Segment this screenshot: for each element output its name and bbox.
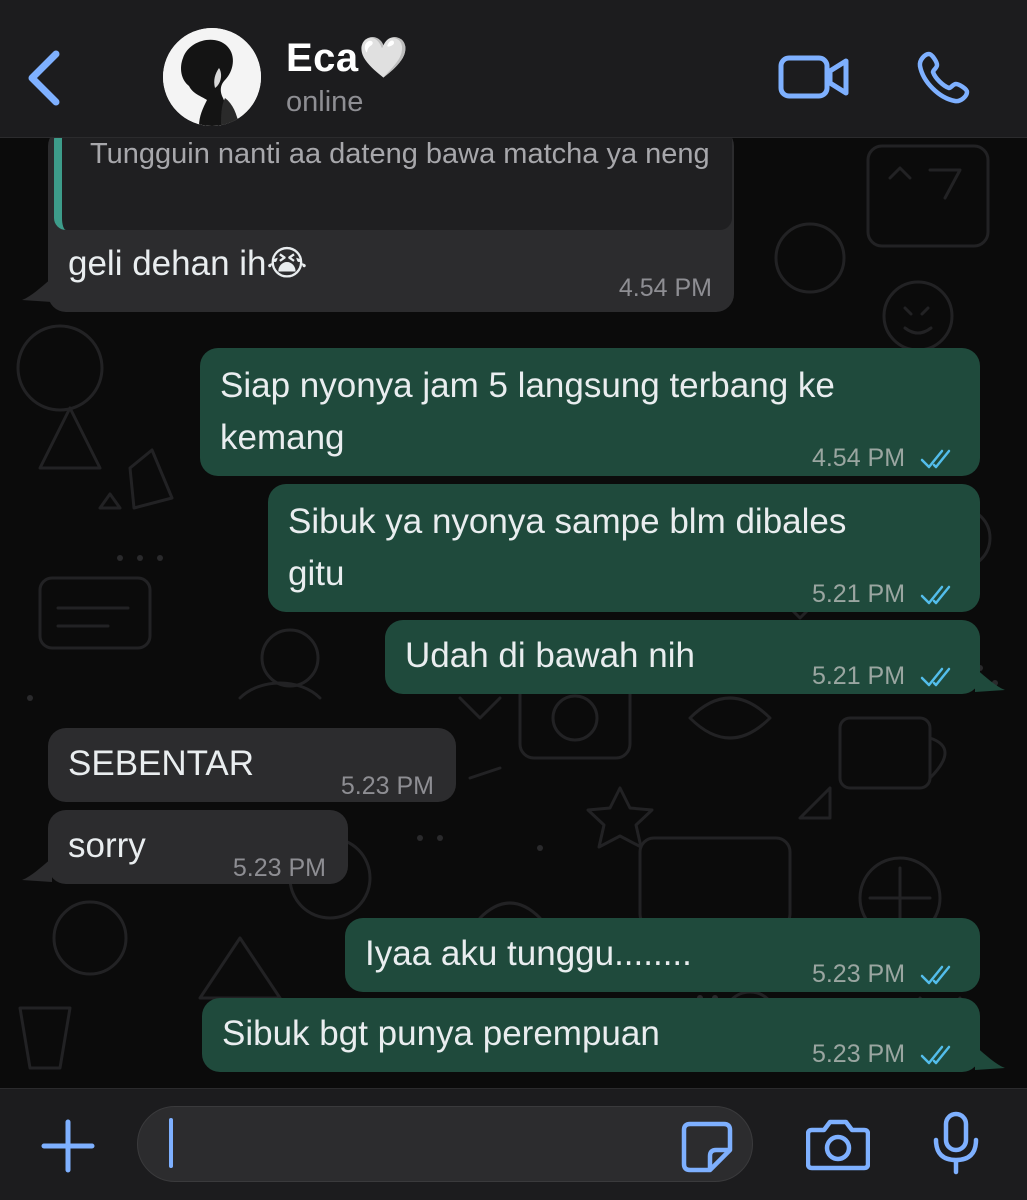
message-time: 5.23 PM (340, 772, 434, 800)
message-text: sorry (68, 826, 146, 865)
chat-header: Eca🤍 online (0, 0, 1027, 138)
contact-status: online (286, 86, 364, 118)
outgoing-message[interactable]: Iyaa aku tunggu........ 5.23 PM (345, 918, 980, 992)
message-time: 4.54 PM (811, 444, 906, 472)
incoming-message[interactable]: SEBENTAR 5.23 PM (48, 728, 456, 802)
message-text: Udah di bawah nih (405, 636, 695, 675)
quoted-reply[interactable]: Tungguin nanti aa dateng bawa matcha ya … (54, 138, 732, 230)
message-text-line1: Siap nyonya jam 5 langsung terbang ke (220, 366, 835, 405)
message-time: 5.23 PM (811, 960, 906, 988)
message-meta: 5.21 PM (812, 650, 956, 702)
microphone-icon (933, 1111, 979, 1175)
message-text-line2: kemang (220, 418, 345, 457)
double-check-icon (920, 450, 951, 469)
bubble-tail (975, 1046, 1005, 1070)
quoted-reply-text: Tungguin nanti aa dateng bawa matcha ya … (90, 138, 710, 170)
voice-call-button[interactable] (915, 50, 971, 106)
message-time: 5.23 PM (232, 854, 326, 882)
sticker-button[interactable] (680, 1120, 734, 1174)
message-text: SEBENTAR (68, 744, 255, 783)
incoming-message[interactable]: sorry 5.23 PM (48, 810, 348, 884)
contact-name-text: Eca (286, 36, 359, 80)
phone-icon (917, 51, 970, 104)
bubble-tail (975, 668, 1005, 692)
avatar[interactable] (163, 28, 261, 126)
message-time: 5.23 PM (811, 1040, 906, 1068)
message-input[interactable] (137, 1106, 753, 1182)
attach-button[interactable] (40, 1118, 96, 1174)
message-time: 4.54 PM (618, 274, 712, 302)
message-list[interactable]: Tungguin nanti aa dateng bawa matcha ya … (0, 138, 1027, 1088)
outgoing-message[interactable]: Udah di bawah nih 5.21 PM (385, 620, 980, 694)
white-heart-icon: 🤍 (358, 36, 409, 80)
chevron-left-icon (28, 50, 60, 106)
outgoing-message[interactable]: Siap nyonya jam 5 langsung terbang ke ke… (200, 348, 980, 476)
double-check-icon (920, 966, 951, 985)
message-time: 5.21 PM (811, 580, 906, 608)
bubble-tail (22, 278, 52, 302)
video-camera-icon (778, 55, 849, 99)
message-text-line2: gitu (288, 554, 345, 593)
voice-message-button[interactable] (930, 1110, 982, 1176)
message-meta: 5.23 PM (812, 948, 956, 1000)
bubble-tail (22, 858, 52, 882)
outgoing-message[interactable]: Sibuk bgt punya perempuan 5.23 PM (202, 998, 980, 1072)
contact-name[interactable]: Eca🤍 (286, 34, 409, 81)
message-meta: 5.23 PM (812, 1028, 956, 1080)
message-meta: 4.54 PM (812, 432, 956, 484)
message-text: geli dehan ih😭 (68, 244, 308, 283)
camera-button[interactable] (805, 1116, 871, 1172)
back-button[interactable] (22, 46, 66, 110)
double-check-icon (920, 668, 951, 687)
double-check-icon (920, 586, 951, 605)
incoming-message[interactable]: Tungguin nanti aa dateng bawa matcha ya … (48, 138, 734, 312)
plus-icon (41, 1119, 95, 1173)
message-meta: 5.21 PM (812, 568, 956, 620)
message-text: Sibuk bgt punya perempuan (222, 1014, 660, 1053)
camera-icon (805, 1119, 871, 1171)
message-text-line1: Sibuk ya nyonya sampe blm dibales (288, 502, 847, 541)
text-cursor (169, 1118, 173, 1168)
video-call-button[interactable] (778, 54, 850, 100)
outgoing-message[interactable]: Sibuk ya nyonya sampe blm dibales gitu 5… (268, 484, 980, 612)
double-check-icon (920, 1046, 951, 1065)
message-text: Iyaa aku tunggu........ (365, 934, 692, 973)
sticker-icon (681, 1121, 733, 1173)
message-time: 5.21 PM (811, 662, 906, 690)
